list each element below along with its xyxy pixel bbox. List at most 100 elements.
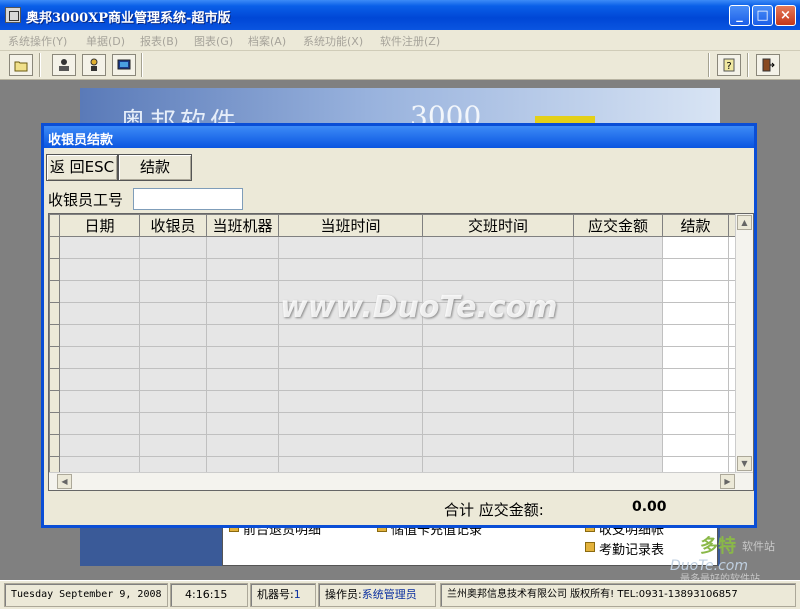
table-cell: [206, 324, 279, 347]
vertical-scrollbar[interactable]: ▲ ▼: [735, 214, 753, 472]
svg-text:软件站: 软件站: [742, 539, 775, 553]
cashier-button[interactable]: [52, 54, 76, 76]
site-watermark: www.DuoTe.com: [280, 290, 558, 325]
table-row[interactable]: [49, 346, 739, 369]
link-attendance[interactable]: 考勤记录表: [585, 539, 664, 558]
row-selector[interactable]: [49, 390, 60, 413]
col-machine[interactable]: 当班机器: [206, 214, 279, 237]
col-amount-due[interactable]: 应交金额: [573, 214, 663, 237]
col-shift-start[interactable]: 当班时间: [278, 214, 423, 237]
status-bar: Tuesday September 9, 2008 4:16:15 机器号:1 …: [0, 580, 800, 609]
cashier-icon: [59, 59, 69, 71]
close-button[interactable]: ×: [775, 5, 796, 26]
status-date: Tuesday September 9, 2008: [4, 583, 168, 607]
toolbar-separator: [141, 53, 143, 77]
table-cell: [206, 390, 279, 413]
menu-documents[interactable]: 单据(D): [86, 33, 125, 49]
table-header-row: 日期 收银员 当班机器 当班时间 交班时间 应交金额 结款: [49, 214, 739, 237]
table-cell: [573, 412, 663, 435]
shortcut-panel: 前台退货明细 储值卡充值记录 收支明细帐 考勤记录表: [222, 522, 718, 566]
user-key-button[interactable]: [82, 54, 106, 76]
menu-system[interactable]: 系统操作(Y): [8, 33, 67, 49]
table-row[interactable]: [49, 368, 739, 391]
table-cell: [206, 368, 279, 391]
table-cell: [59, 258, 140, 281]
exit-button[interactable]: [756, 54, 780, 76]
table-row[interactable]: [49, 236, 739, 259]
scroll-left-button[interactable]: ◀: [57, 474, 72, 489]
menu-archive[interactable]: 档案(A): [248, 33, 286, 49]
table-cell: [662, 258, 729, 281]
settle-button[interactable]: 结款: [118, 154, 192, 181]
cashier-id-input[interactable]: [133, 188, 243, 210]
row-selector[interactable]: [49, 236, 60, 259]
row-selector[interactable]: [49, 368, 60, 391]
row-selector[interactable]: [49, 324, 60, 347]
table-cell: [573, 324, 663, 347]
row-selector[interactable]: [49, 302, 60, 325]
table-row[interactable]: [49, 324, 739, 347]
table-cell: [422, 346, 574, 369]
col-date[interactable]: 日期: [59, 214, 140, 237]
svg-text:DuoTe.com: DuoTe.com: [670, 558, 748, 574]
machine-label: 机器号:: [257, 588, 294, 601]
row-selector[interactable]: [49, 346, 60, 369]
table-cell: [278, 390, 423, 413]
row-selector[interactable]: [49, 434, 60, 457]
table-cell: [59, 434, 140, 457]
row-selector[interactable]: [49, 280, 60, 303]
screen-icon: [117, 59, 131, 70]
table-cell: [573, 258, 663, 281]
total-value: 0.00: [632, 499, 667, 515]
operator-label: 操作员:: [325, 588, 362, 601]
table-cell: [422, 258, 574, 281]
screen-button[interactable]: [112, 54, 136, 76]
key-user-icon: [90, 58, 98, 71]
table-cell: [206, 434, 279, 457]
scroll-right-button[interactable]: ▶: [720, 474, 735, 489]
horizontal-scrollbar[interactable]: ◀ ▶: [49, 472, 753, 490]
table-row[interactable]: [49, 434, 739, 457]
settlement-table[interactable]: 日期 收银员 当班机器 当班时间 交班时间 应交金额 结款 ▲ ▼ ◀ ▶: [48, 213, 754, 491]
col-settle[interactable]: 结款: [662, 214, 729, 237]
table-cell: [278, 346, 423, 369]
table-cell: [59, 324, 140, 347]
table-cell: [59, 236, 140, 259]
table-cell: [573, 302, 663, 325]
table-cell: [139, 302, 207, 325]
table-cell: [573, 280, 663, 303]
duote-logo: 多特 软件站 DuoTe.com 最多最好的软件站: [668, 535, 775, 584]
menu-register[interactable]: 软件注册(Z): [380, 33, 440, 49]
col-shift-end[interactable]: 交班时间: [422, 214, 574, 237]
back-button[interactable]: 返 回ESC: [46, 154, 118, 181]
menu-functions[interactable]: 系统功能(X): [303, 33, 363, 49]
table-cell: [422, 390, 574, 413]
scroll-down-button[interactable]: ▼: [737, 456, 752, 471]
menu-reports[interactable]: 报表(B): [140, 33, 178, 49]
table-cell: [662, 434, 729, 457]
table-cell: [278, 412, 423, 435]
menu-charts[interactable]: 图表(G): [194, 33, 233, 49]
app-icon[interactable]: [5, 7, 21, 23]
table-cell: [662, 412, 729, 435]
table-cell: [139, 280, 207, 303]
row-selector[interactable]: [49, 412, 60, 435]
table-cell: [422, 412, 574, 435]
table-cell: [206, 302, 279, 325]
minimize-button[interactable]: _: [729, 5, 750, 26]
help-button[interactable]: ?: [717, 54, 741, 76]
row-selector-header: [49, 214, 60, 237]
scroll-up-button[interactable]: ▲: [737, 215, 752, 230]
table-row[interactable]: [49, 412, 739, 435]
open-button[interactable]: [9, 54, 33, 76]
help-icon: ?: [723, 58, 735, 72]
table-row[interactable]: [49, 258, 739, 281]
table-cell: [59, 390, 140, 413]
row-selector[interactable]: [49, 258, 60, 281]
svg-text:?: ?: [726, 61, 731, 72]
table-row[interactable]: [49, 390, 739, 413]
col-cashier[interactable]: 收银员: [139, 214, 207, 237]
maximize-button[interactable]: □: [752, 5, 773, 26]
machine-value: 1: [293, 588, 301, 601]
total-label: 合计 应交金额:: [444, 501, 544, 519]
